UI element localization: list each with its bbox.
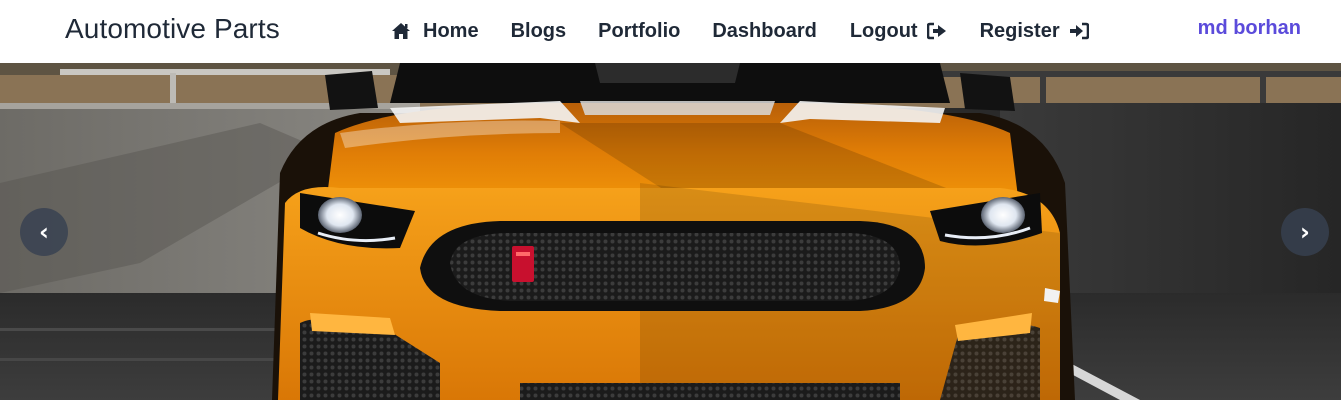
chevron-right-icon: › xyxy=(1300,218,1310,246)
brand-logo-text[interactable]: Automotive Parts xyxy=(65,13,280,45)
nav-logout-link[interactable]: Logout xyxy=(850,16,948,46)
sign-in-icon xyxy=(1068,21,1090,41)
hero-car-image xyxy=(0,63,1341,400)
home-icon xyxy=(390,21,412,41)
carousel-next-button[interactable]: › xyxy=(1281,208,1329,256)
top-navbar: Automotive Parts Home Blogs Portfolio Da… xyxy=(0,0,1341,63)
chevron-left-icon: ‹ xyxy=(39,218,49,246)
nav-blogs-link[interactable]: Blogs xyxy=(511,16,567,46)
current-user-name[interactable]: md borhan xyxy=(1198,17,1301,40)
nav-home-label: Home xyxy=(423,19,479,42)
nav-dashboard-link[interactable]: Dashboard xyxy=(712,16,816,46)
hero-carousel: ‹ › xyxy=(0,63,1341,400)
nav-register-label: Register xyxy=(979,19,1060,42)
nav-logout-label: Logout xyxy=(849,19,918,42)
carousel-prev-button[interactable]: ‹ xyxy=(20,208,68,256)
nav-links: Home Blogs Portfolio Dashboard Logout Re… xyxy=(390,16,1090,46)
nav-home-link[interactable]: Home xyxy=(390,16,479,46)
nav-portfolio-link[interactable]: Portfolio xyxy=(598,16,680,46)
sign-out-icon xyxy=(926,21,948,41)
nav-register-link[interactable]: Register xyxy=(980,16,1090,46)
